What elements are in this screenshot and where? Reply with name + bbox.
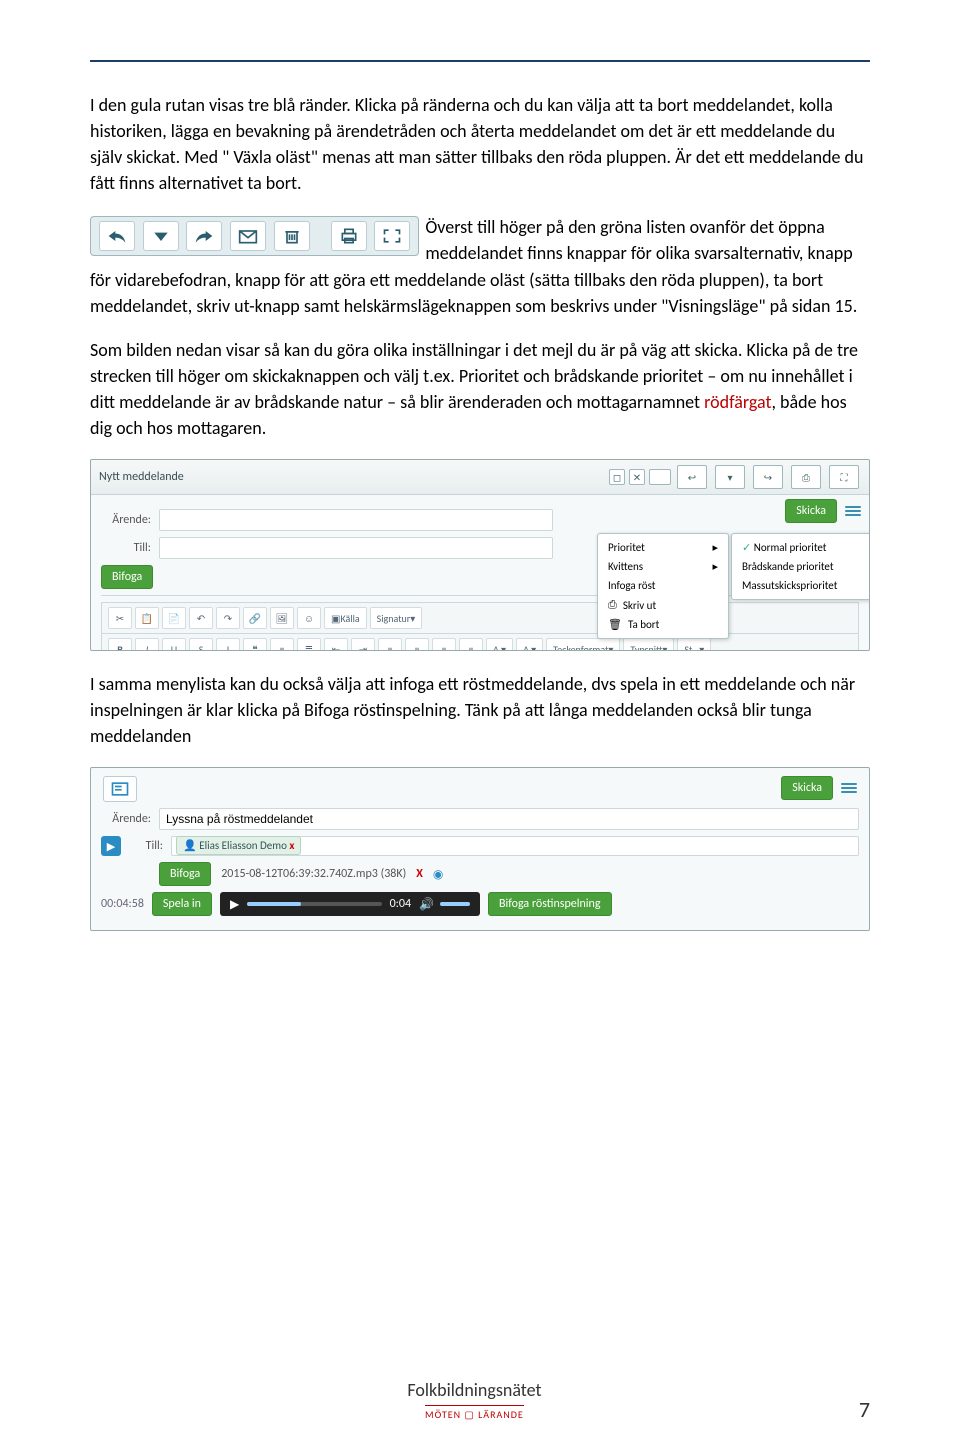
message-toolbar-image xyxy=(90,216,419,256)
rt-bullist[interactable]: ≣ xyxy=(297,638,321,651)
top-rule xyxy=(90,60,870,62)
brand-tagline: MÖTEN ▢ LÄRANDE xyxy=(425,1405,524,1421)
volume-icon[interactable]: 🔊 xyxy=(419,897,434,912)
window-title: Nytt meddelande xyxy=(99,470,184,484)
rt-format[interactable]: Teckenformat ▾ xyxy=(546,638,620,651)
p2-red-word: rödfärgat xyxy=(704,391,771,413)
rt-button[interactable]: 🖼 xyxy=(270,607,294,629)
dropdown-icon xyxy=(143,221,179,251)
dropdown-icon[interactable]: ▾ xyxy=(715,465,745,489)
print-icon xyxy=(331,221,367,251)
submenu-normal[interactable]: ✓ Normal prioritet xyxy=(732,538,870,557)
rt-button[interactable]: ↶ xyxy=(189,607,213,629)
attach-voice-button[interactable]: Bifoga röstinspelning xyxy=(488,892,612,916)
priority-submenu: ✓ Normal prioritet Brådskande prioritet … xyxy=(731,533,870,600)
send-options-menu: Prioritet▸ Kvittens▸ Infoga röst ⎙Skriv … xyxy=(597,533,729,639)
rt-quote[interactable]: ❝ xyxy=(243,638,267,651)
rt-font[interactable]: Typsnitt ▾ xyxy=(623,638,674,651)
attach-button[interactable]: Bifoga xyxy=(101,565,153,589)
rt-align-l[interactable]: ≡ xyxy=(378,638,402,651)
rt-button[interactable]: 📄 xyxy=(162,607,186,629)
record-button[interactable]: Spela in xyxy=(152,892,212,916)
reply-icon xyxy=(99,221,135,251)
remove-recipient-icon[interactable]: x xyxy=(289,839,294,852)
rt-align-j[interactable]: ≡ xyxy=(459,638,483,651)
send-button[interactable]: Skicka xyxy=(785,499,837,523)
play-pause-icon[interactable]: ▶ xyxy=(230,897,239,912)
current-time: 0:04 xyxy=(390,897,411,911)
rt-underline[interactable]: U xyxy=(162,638,186,651)
attach-button[interactable]: Bifoga xyxy=(159,862,211,886)
screenshot-voice-message: Skicka Ärende: ▶ Till: 👤 Elias Eliasson … xyxy=(90,767,870,931)
menu-voice[interactable]: Infoga röst xyxy=(598,576,728,595)
fullscreen-icon[interactable]: ⛶ xyxy=(829,465,859,489)
menu-receipt[interactable]: Kvittens▸ xyxy=(598,557,728,576)
footer-logo: Folkbildningsnätet MÖTEN ▢ LÄRANDE xyxy=(407,1379,541,1423)
rt-button[interactable]: 🔗 xyxy=(243,607,267,629)
rt-clear[interactable]: I̶ xyxy=(216,638,240,651)
rt-bgcolor[interactable]: A ▾ xyxy=(516,638,543,651)
rt-signature-button[interactable]: Signatur ▾ xyxy=(370,607,423,629)
rt-button[interactable]: ☺ xyxy=(297,607,321,629)
forward-icon xyxy=(186,221,222,251)
p1-part-a: I den gula rutan visas tre blå ränder. K… xyxy=(90,94,863,194)
rt-indent[interactable]: ⇥ xyxy=(351,638,375,651)
send-button[interactable]: Skicka xyxy=(781,776,833,800)
subject-label: Ärende: xyxy=(101,812,151,826)
fullscreen-icon xyxy=(374,221,410,251)
rt-align-r[interactable]: ≡ xyxy=(432,638,456,651)
rt-outdent[interactable]: ⇤ xyxy=(324,638,348,651)
screenshot-new-message: Nytt meddelande ◻ ✕ ↩ ▾ ↪ ⎙ ⛶ Skicka xyxy=(90,459,870,651)
delete-icon xyxy=(274,221,310,251)
body-paragraph-1: I den gula rutan visas tre blå ränder. K… xyxy=(90,92,870,196)
print-icon[interactable]: ⎙ xyxy=(791,465,821,489)
attachment-filename: 2015-08-12T06:39:32.740Z.mp3 (38K) xyxy=(221,867,406,881)
hamburger-icon[interactable] xyxy=(839,781,859,795)
rt-button[interactable]: 📋 xyxy=(135,607,159,629)
subject-input[interactable] xyxy=(159,808,859,830)
rt-size[interactable]: St… ▾ xyxy=(677,638,711,651)
outer-tools: ↩ ▾ ↪ ⎙ ⛶ xyxy=(675,465,861,489)
reply-icon[interactable]: ↩ xyxy=(677,465,707,489)
rt-button[interactable]: ↷ xyxy=(216,607,240,629)
rt-source-button[interactable]: ▣ Källa xyxy=(324,607,367,629)
body-paragraph-2: Som bilden nedan visar så kan du göra ol… xyxy=(90,337,870,441)
remove-attachment-icon[interactable]: X xyxy=(416,867,423,881)
hamburger-icon[interactable] xyxy=(843,504,863,518)
close-icon[interactable]: ✕ xyxy=(629,469,645,485)
audio-icon: ◉ xyxy=(433,867,443,882)
window-titlebar: Nytt meddelande ◻ ✕ ↩ ▾ ↪ ⎙ ⛶ xyxy=(91,460,869,495)
menu-priority[interactable]: Prioritet▸ xyxy=(598,538,728,557)
mark-unread-icon xyxy=(230,221,266,251)
menu-print[interactable]: ⎙Skriv ut xyxy=(598,595,728,615)
total-time: 00:04:58 xyxy=(101,897,144,911)
submenu-mass[interactable]: Massutskicksprioritet xyxy=(732,576,870,595)
body-paragraph-3: I samma menylista kan du också välja att… xyxy=(90,671,870,749)
rt-numlist[interactable]: ≡ xyxy=(270,638,294,651)
template-icon[interactable] xyxy=(103,776,137,802)
rt-italic[interactable]: I xyxy=(135,638,159,651)
play-icon[interactable]: ▶ xyxy=(101,836,121,856)
rt-strike[interactable]: S xyxy=(189,638,213,651)
to-label: Till: xyxy=(129,839,163,853)
brand-name: Folkbildningsnätet xyxy=(407,1379,541,1401)
recipient-chip[interactable]: 👤 Elias Eliasson Demo x xyxy=(176,836,301,855)
rt-button[interactable]: ✂ xyxy=(108,607,132,629)
forward-icon[interactable]: ↪ xyxy=(753,465,783,489)
to-input[interactable] xyxy=(159,537,553,559)
menu-delete[interactable]: 🗑Ta bort xyxy=(598,615,728,634)
subject-label: Ärende: xyxy=(101,513,151,527)
page-number: 7 xyxy=(859,1396,870,1423)
rt-color[interactable]: A ▾ xyxy=(486,638,513,651)
audio-player[interactable]: ▶ 0:04 🔊 xyxy=(220,892,480,916)
rt-bold[interactable]: B xyxy=(108,638,132,651)
submenu-urgent[interactable]: Brådskande prioritet xyxy=(732,557,870,576)
rt-align-c[interactable]: ≡ xyxy=(405,638,429,651)
minimize-icon[interactable]: ◻ xyxy=(609,469,625,485)
to-label: Till: xyxy=(101,541,151,555)
subject-input[interactable] xyxy=(159,509,553,531)
